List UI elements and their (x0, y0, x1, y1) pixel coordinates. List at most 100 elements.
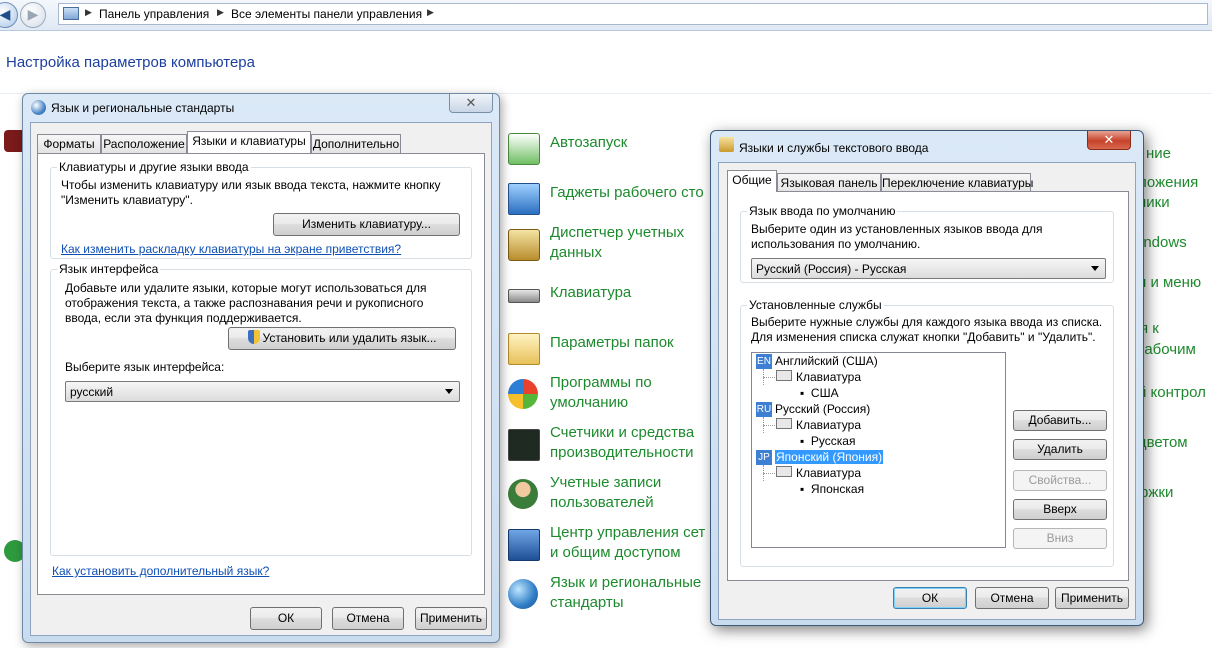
tree-layout[interactable]: ▪ США (800, 386, 839, 401)
cp-item-label: Счетчики и средства производительности (550, 424, 695, 461)
move-down-button[interactable]: Вниз (1013, 528, 1107, 549)
back-button[interactable]: ◀ (0, 2, 18, 28)
tab-general[interactable]: Общие (727, 170, 777, 192)
install-language-label: Установить или удалить язык... (262, 331, 437, 345)
cp-item-fragment[interactable]: ние (1146, 145, 1171, 162)
tree-language-ru[interactable]: RU Русский (Россия) (756, 402, 870, 417)
vault-icon (508, 229, 540, 261)
keyboard-icon (776, 418, 792, 429)
keyboard-icon (508, 289, 540, 303)
tree-language-label: Английский (США) (775, 354, 878, 368)
move-up-button[interactable]: Вверх (1013, 499, 1107, 520)
tree-category-label: Клавиатура (796, 418, 861, 432)
welcome-screen-link[interactable]: Как изменить раскладку клавиатуры на экр… (61, 242, 401, 256)
dialog-title: Языки и службы текстового ввода (739, 141, 929, 155)
add-button[interactable]: Добавить... (1013, 410, 1107, 431)
services-tree[interactable]: EN Английский (США) Клавиатура ▪ США RU Ру… (751, 352, 1006, 548)
globe-icon (31, 100, 46, 115)
close-button[interactable]: ✕ (449, 94, 493, 113)
keyboard-icon (776, 370, 792, 381)
tree-category[interactable]: Клавиатура (776, 418, 861, 433)
tree-layout-label: Японская (810, 482, 865, 496)
tree-category-label: Клавиатура (796, 466, 861, 480)
tab-page: Язык ввода по умолчанию Выберите один из… (727, 191, 1129, 581)
language-badge: JP (756, 450, 772, 465)
cp-item-fragment[interactable]: ржки (1140, 484, 1173, 501)
interface-description: Добавьте или удалите языки, которые могу… (65, 281, 427, 325)
cp-item-label: Диспетчер учетных данных (550, 224, 685, 261)
cp-item-label: Язык и региональные стандарты (550, 574, 702, 611)
services-description: Выберите нужные службы для каждого языка… (751, 315, 1103, 344)
tree-language-en[interactable]: EN Английский (США) (756, 354, 878, 369)
cp-item-fragment[interactable]: рабочим (1136, 341, 1196, 358)
install-language-button[interactable]: Установить или удалить язык... (228, 327, 456, 350)
tree-layout[interactable]: ▪ Русская (800, 434, 855, 449)
keyboards-group: Клавиатуры и другие языки ввода Чтобы из… (50, 160, 472, 259)
keyboards-description: Чтобы изменить клавиатуру или язык ввода… (61, 178, 441, 207)
cp-item-fragment[interactable]: ложения (1138, 174, 1198, 191)
remove-button[interactable]: Удалить (1013, 439, 1107, 460)
tree-language-jp[interactable]: JP Японский (Япония) (756, 450, 884, 465)
tab-languages-keyboards[interactable]: Языки и клавиатуры (187, 131, 311, 153)
windows-logo-icon (508, 379, 538, 409)
tree-category[interactable]: Клавиатура (776, 466, 861, 481)
autoplay-icon (508, 133, 540, 165)
text-services-dialog: Языки и службы текстового ввода ✕ Общие … (710, 130, 1144, 626)
default-description: Выберите один из установленных языков вв… (751, 222, 1043, 251)
tab-location[interactable]: Расположение (101, 134, 187, 153)
tree-layout-label: Русская (810, 434, 856, 448)
language-badge: EN (756, 354, 772, 369)
cp-item-fragment[interactable]: й контрол (1138, 384, 1206, 401)
tab-key-settings[interactable]: Переключение клавиатуры (881, 173, 1033, 192)
tree-connector (763, 377, 777, 378)
address-field[interactable]: ▶ Панель управления ▶ Все элементы панел… (58, 3, 1208, 25)
chevron-right-icon[interactable]: ▶ (85, 7, 92, 18)
tree-category-label: Клавиатура (796, 370, 861, 384)
cancel-button[interactable]: Отмена (975, 587, 1049, 609)
cp-item-label: Программы по умолчанию (550, 374, 652, 411)
breadcrumb-control-panel[interactable]: Панель управления (99, 7, 209, 21)
tab-page: Клавиатуры и другие языки ввода Чтобы из… (37, 153, 485, 595)
tree-connector (763, 425, 777, 426)
interface-language-select[interactable]: русский (65, 381, 460, 402)
properties-button[interactable]: Свойства... (1013, 470, 1107, 491)
cp-item-fragment[interactable]: цветом (1138, 434, 1188, 451)
dropdown-arrow-icon (1091, 266, 1099, 271)
installed-services-group: Установленные службы Выберите нужные слу… (740, 298, 1114, 567)
breadcrumb-all-items[interactable]: Все элементы панели управления (231, 7, 422, 21)
cp-item-label: Учетные записи пользователей (550, 474, 662, 511)
cp-item-fragment[interactable]: н и меню (1138, 274, 1201, 291)
control-panel-icon (63, 7, 79, 20)
default-language-group: Язык ввода по умолчанию Выберите один из… (740, 204, 1114, 283)
tree-layout[interactable]: ▪ Японская (800, 482, 864, 497)
tab-formats[interactable]: Форматы (37, 134, 101, 153)
network-icon (508, 529, 540, 561)
ok-button[interactable]: ОК (893, 587, 967, 609)
default-language-select[interactable]: Русский (Россия) - Русская (751, 258, 1106, 279)
select-language-label: Выберите язык интерфейса: (65, 360, 225, 374)
ok-button[interactable]: ОК (250, 607, 322, 630)
apply-button[interactable]: Применить (1055, 587, 1129, 609)
folder-icon (508, 333, 540, 365)
forward-button[interactable]: ▶ (20, 2, 46, 28)
tab-advanced[interactable]: Дополнительно (311, 134, 401, 153)
apply-button[interactable]: Применить (415, 607, 487, 630)
cancel-button[interactable]: Отмена (332, 607, 404, 630)
performance-graph-icon (508, 429, 540, 461)
chevron-right-icon[interactable]: ▶ (427, 7, 434, 18)
change-keyboard-button[interactable]: Изменить клавиатуру... (273, 213, 460, 236)
chevron-right-icon[interactable]: ▶ (217, 7, 224, 18)
tree-language-label-selected: Японский (Япония) (775, 450, 884, 464)
close-button[interactable]: ✕ (1087, 131, 1131, 150)
cp-item-fragment[interactable]: indows (1140, 234, 1187, 251)
tree-connector (763, 473, 777, 474)
group-title: Язык интерфейса (57, 262, 161, 276)
tree-layout-label: США (810, 386, 839, 400)
additional-language-link[interactable]: Как установить дополнительный язык? (52, 564, 269, 578)
dropdown-arrow-icon (445, 389, 453, 394)
tab-language-bar[interactable]: Языковая панель (777, 173, 881, 192)
tree-category[interactable]: Клавиатура (776, 370, 861, 385)
users-icon (508, 479, 538, 509)
interface-language-group: Язык интерфейса Добавьте или удалите язы… (50, 262, 472, 556)
gadgets-icon (508, 183, 540, 215)
